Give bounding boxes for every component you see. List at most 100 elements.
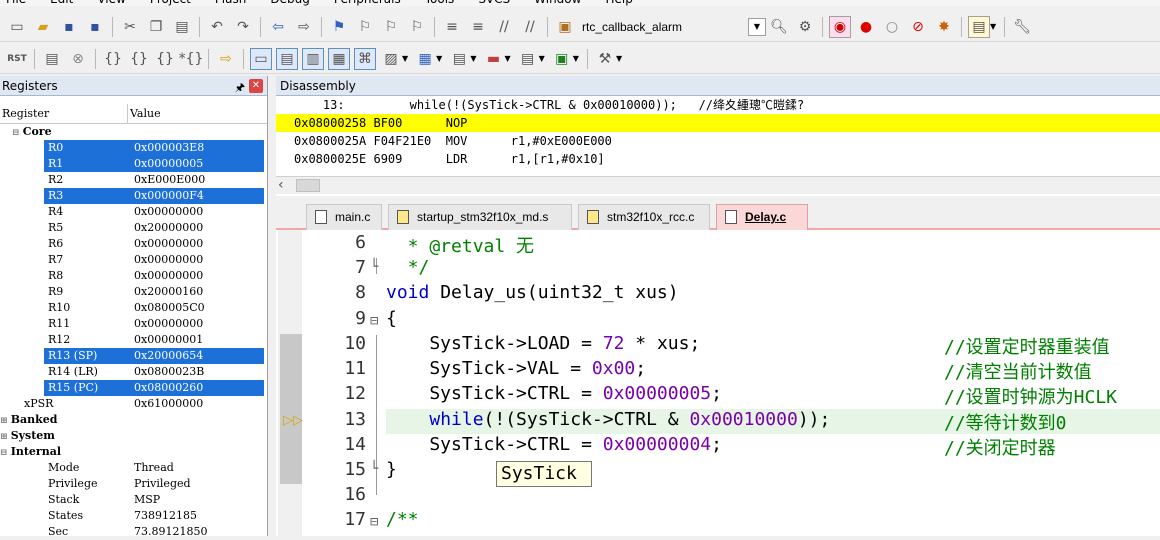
find-icon[interactable]: 🔍︎ — [768, 16, 790, 38]
code-line[interactable]: void Delay_us(uint32_t xus) — [386, 282, 679, 303]
comment-icon[interactable]: // — [493, 16, 515, 38]
register-row[interactable]: R12 0x00000001 — [0, 332, 267, 348]
command-window-icon[interactable]: ▭ — [250, 47, 272, 70]
scroll-thumb[interactable] — [296, 179, 320, 192]
register-row[interactable]: R15 (PC) 0x08000260 — [0, 380, 267, 396]
toolbox-dropdown-icon[interactable]: ▼ — [616, 54, 622, 63]
register-value[interactable]: 0x00000000 — [128, 316, 203, 332]
stop-icon[interactable]: ⊗ — [67, 48, 89, 70]
symbols-window-icon[interactable]: ▥ — [302, 47, 324, 70]
target-name-field[interactable]: rtc_callback_alarm — [578, 17, 748, 37]
code-line[interactable]: * @retval 无 — [386, 232, 534, 258]
register-row[interactable]: R3 0x000000F4 — [0, 188, 267, 204]
open-folder-icon[interactable]: ▰ — [32, 16, 54, 38]
tab-rcc-c[interactable]: stm32f10x_rcc.c — [578, 204, 710, 230]
trace-window-icon[interactable]: ▤ — [517, 48, 539, 70]
tab-main-c[interactable]: main.c — [306, 204, 382, 230]
run-to-cursor-icon[interactable]: *{} — [179, 48, 204, 70]
find-in-files-icon[interactable]: ▣ — [554, 16, 576, 38]
register-value[interactable]: 0x00000000 — [128, 268, 203, 284]
disassembly-hscrollbar[interactable]: ‹ — [276, 176, 1160, 194]
memory-dropdown-icon[interactable]: ▼ — [436, 54, 442, 63]
register-row[interactable]: R5 0x20000000 — [0, 220, 267, 236]
bookmark-prev-icon[interactable]: ⚐ — [354, 16, 376, 38]
tab-startup-s[interactable]: startup_stm32f10x_md.s — [388, 204, 572, 230]
analysis-window-icon[interactable]: ▬ — [482, 48, 504, 70]
register-row[interactable]: R14 (LR) 0x0800023B — [0, 364, 267, 380]
reset-icon[interactable]: RST — [6, 48, 28, 70]
register-row[interactable]: R6 0x00000000 — [0, 236, 267, 252]
disassembly-line[interactable]: 0x0800025A F04F21E0 MOV r1,#0xE000E000 — [276, 132, 1160, 150]
toolbox-icon[interactable]: ⚒ — [594, 48, 616, 70]
internal-row[interactable]: Stack MSP — [0, 492, 267, 508]
bookmark-next-icon[interactable]: ⚐ — [380, 16, 402, 38]
register-value[interactable]: 0xE000E000 — [128, 172, 205, 188]
undo-icon[interactable]: ↶ — [206, 16, 228, 38]
incremental-find-icon[interactable]: ⚙ — [794, 16, 816, 38]
disassembly-line[interactable]: 0x08000258 BF00 NOP — [276, 114, 1160, 132]
internal-group[interactable]: ⊟ Internal — [0, 444, 267, 460]
save-icon[interactable]: ▪ — [58, 16, 80, 38]
disassembly-line[interactable]: 13: while(!(SysTick->CTRL & 0x00010000))… — [276, 96, 1160, 114]
copy-icon[interactable]: ❐ — [145, 16, 167, 38]
new-file-icon[interactable]: ▭ — [6, 16, 28, 38]
banked-group[interactable]: ⊞ Banked — [0, 412, 267, 428]
code-line[interactable]: } — [386, 459, 397, 480]
internal-row[interactable]: States 738912185 — [0, 508, 267, 524]
bookmark-icon[interactable]: ⚑ — [328, 16, 350, 38]
register-row[interactable]: xPSR 0x61000000 — [0, 396, 267, 412]
register-value[interactable]: 0x00000005 — [128, 156, 264, 172]
serial-window-icon[interactable]: ▤ — [448, 48, 470, 70]
step-into-icon[interactable]: {} — [102, 48, 124, 70]
register-value[interactable]: 0x000003E8 — [128, 140, 264, 156]
breakpoint-insert-icon[interactable]: ● — [855, 16, 877, 38]
register-value[interactable]: 0x20000160 — [128, 284, 203, 300]
column-value[interactable]: Value — [128, 104, 161, 123]
code-line[interactable]: { — [386, 308, 397, 329]
code-line[interactable]: SysTick->LOAD = 72 * xus; — [386, 333, 700, 354]
breakpoint-disable-all-icon[interactable]: ⊘ — [907, 16, 929, 38]
code-line[interactable]: SysTick->VAL = 0x00; — [386, 358, 646, 379]
register-value[interactable]: 0x00000000 — [128, 236, 203, 252]
menu-item[interactable]: Flash — [209, 0, 246, 6]
menu-item[interactable]: Project — [144, 0, 191, 6]
register-value[interactable]: 0x08000260 — [128, 380, 264, 396]
save-all-icon[interactable]: ▪ — [84, 16, 106, 38]
menu-item[interactable]: View — [91, 0, 125, 6]
column-register[interactable]: Register — [0, 104, 128, 123]
menu-item[interactable]: File — [0, 0, 26, 6]
register-row[interactable]: R8 0x00000000 — [0, 268, 267, 284]
memory-window-icon[interactable]: ▦ — [414, 48, 436, 70]
register-value[interactable]: 0x00000000 — [128, 204, 203, 220]
step-out-icon[interactable]: {} — [154, 48, 176, 70]
core-group[interactable]: ⊟ Core — [0, 124, 267, 140]
internal-row[interactable]: Sec 73.89121850 — [0, 524, 267, 540]
target-dropdown-icon[interactable]: ▼ — [748, 17, 766, 36]
register-row[interactable]: R0 0x000003E8 — [0, 140, 267, 156]
menu-item[interactable]: SVCS — [472, 0, 510, 6]
code-line[interactable]: SysTick->CTRL = 0x00000005; — [386, 383, 722, 404]
breakpoint-kill-all-icon[interactable]: ✸ — [933, 16, 955, 38]
pin-icon[interactable]: 🖈︎ — [235, 78, 245, 98]
indent-icon[interactable]: ≡ — [441, 16, 463, 38]
analysis-dropdown-icon[interactable]: ▼ — [504, 54, 510, 63]
menu-item[interactable]: Window — [528, 0, 581, 6]
register-value[interactable]: 0x0800023B — [128, 364, 204, 380]
disassembly-line[interactable]: 0x0800025E 6909 LDR r1,[r1,#0x10] — [276, 150, 1160, 168]
window-layout-dropdown-icon[interactable]: ▼ — [990, 22, 996, 31]
configure-icon[interactable]: 🔧︎ — [1011, 16, 1033, 38]
disassembly-window-icon[interactable]: ▤ — [276, 47, 298, 70]
nav-forward-icon[interactable]: ⇨ — [293, 16, 315, 38]
redo-icon[interactable]: ↷ — [232, 16, 254, 38]
menu-item[interactable]: Edit — [44, 0, 73, 6]
nav-back-icon[interactable]: ⇦ — [267, 16, 289, 38]
register-row[interactable]: R11 0x00000000 — [0, 316, 267, 332]
watch-dropdown-icon[interactable]: ▼ — [402, 54, 408, 63]
register-value[interactable]: 0x000000F4 — [128, 188, 264, 204]
code-line[interactable]: /** — [386, 509, 419, 530]
register-row[interactable]: R9 0x20000160 — [0, 284, 267, 300]
trace-dropdown-icon[interactable]: ▼ — [539, 54, 545, 63]
register-value[interactable]: 0x20000000 — [128, 220, 203, 236]
internal-row[interactable]: Privilege Privileged — [0, 476, 267, 492]
bookmark-clear-icon[interactable]: ⚐ — [406, 16, 428, 38]
